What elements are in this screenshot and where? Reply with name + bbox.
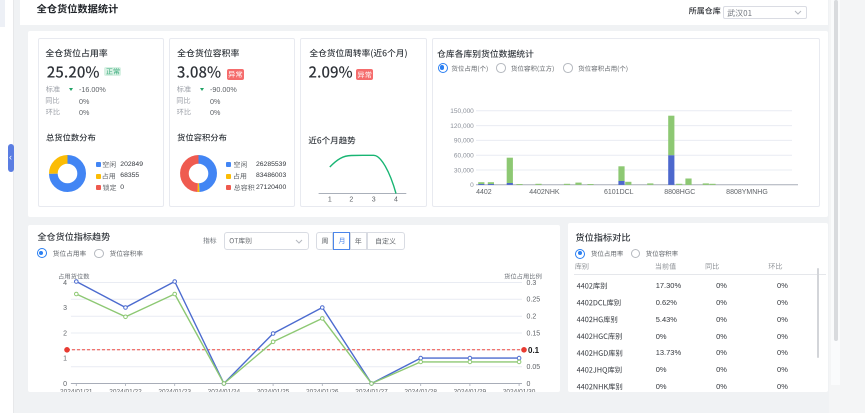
svg-text:0: 0 [470, 182, 474, 189]
svg-text:4402NHK: 4402NHK [529, 189, 560, 196]
svg-text:1: 1 [63, 356, 67, 363]
svg-text:2024/01/30: 2024/01/30 [503, 389, 536, 392]
svg-text:2: 2 [349, 197, 353, 204]
svg-text:2: 2 [63, 330, 67, 337]
svg-text:2024/01/25: 2024/01/25 [257, 389, 290, 392]
svg-text:8808YMNHG: 8808YMNHG [726, 189, 768, 196]
svg-text:0: 0 [63, 381, 67, 388]
svg-text:4: 4 [63, 280, 67, 287]
svg-text:2024/01/23: 2024/01/23 [158, 389, 191, 392]
svg-text:1: 1 [328, 197, 332, 204]
svg-text:0.1: 0.1 [528, 346, 540, 355]
svg-text:6101DCL: 6101DCL [604, 189, 634, 196]
svg-text:60,000: 60,000 [454, 153, 474, 160]
svg-text:2024/01/29: 2024/01/29 [454, 389, 487, 392]
svg-text:0.15: 0.15 [527, 330, 541, 337]
svg-text:3: 3 [63, 305, 67, 312]
svg-text:2024/01/26: 2024/01/26 [306, 389, 339, 392]
svg-text:4: 4 [394, 197, 398, 204]
svg-text:3: 3 [372, 197, 376, 204]
svg-text:4402: 4402 [476, 189, 492, 196]
svg-text:0.2: 0.2 [527, 314, 537, 321]
svg-text:150,000: 150,000 [450, 108, 474, 115]
svg-text:30,000: 30,000 [454, 167, 474, 174]
svg-text:0.3: 0.3 [527, 280, 537, 287]
svg-text:0.25: 0.25 [527, 297, 541, 304]
svg-text:0.05: 0.05 [527, 364, 541, 371]
svg-text:8808HGC: 8808HGC [664, 189, 695, 196]
svg-text:120,000: 120,000 [450, 123, 474, 130]
svg-text:2024/01/27: 2024/01/27 [355, 389, 388, 392]
svg-text:0: 0 [527, 381, 531, 388]
svg-text:2024/01/22: 2024/01/22 [109, 389, 142, 392]
svg-text:2024/01/24: 2024/01/24 [208, 389, 241, 392]
svg-text:2024/01/28: 2024/01/28 [404, 389, 437, 392]
svg-text:90,000: 90,000 [454, 138, 474, 145]
svg-text:2024/01/21: 2024/01/21 [60, 389, 93, 392]
